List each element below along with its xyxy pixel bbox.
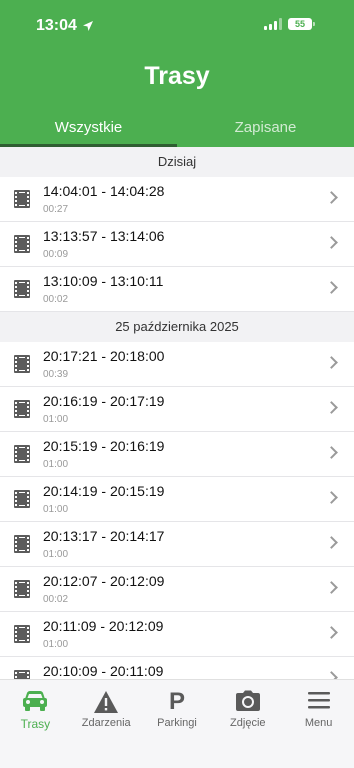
status-bar: 13:04 55 xyxy=(0,0,354,50)
trip-duration: 00:27 xyxy=(43,204,69,215)
battery-level: 55 xyxy=(294,19,305,29)
cellular-signal-icon xyxy=(264,18,282,30)
trip-time-range: 13:13:57 - 13:14:06 xyxy=(43,228,165,244)
location-arrow-icon xyxy=(82,21,93,31)
trip-row[interactable]: 20:11:09 - 20:12:09 01:00 xyxy=(0,612,354,657)
trip-time-range: 20:10:09 - 20:11:09 xyxy=(43,663,164,679)
trip-row[interactable]: 20:14:19 - 20:15:19 01:00 xyxy=(0,477,354,522)
chevron-right-icon xyxy=(325,356,338,369)
camera-icon xyxy=(235,690,260,711)
car-icon xyxy=(23,691,48,711)
chevron-right-icon xyxy=(325,401,338,414)
trip-row[interactable]: 20:17:21 - 20:18:00 00:39 xyxy=(0,342,354,387)
trip-row[interactable]: 13:13:57 - 13:14:06 00:09 xyxy=(0,222,354,267)
bottom-tab-bar: Trasy Zdarzenia P Parkingi Zdjęcie Menu xyxy=(0,679,354,768)
chevron-right-icon xyxy=(325,191,338,204)
film-icon xyxy=(14,445,30,463)
battery-icon: 55 xyxy=(288,18,315,30)
trip-time-range: 20:15:19 - 20:16:19 xyxy=(43,438,165,454)
tabbar-label: Zdarzenia xyxy=(81,717,131,729)
trip-list[interactable]: Dzisiaj 14:04:01 - 14:04:28 00:27 13:13:57 … xyxy=(0,147,354,679)
trip-time-range: 20:14:19 - 20:15:19 xyxy=(43,483,165,499)
warning-icon xyxy=(94,691,119,713)
trip-row[interactable]: 13:10:09 - 13:10:11 00:02 xyxy=(0,267,354,312)
page-title: Trasy xyxy=(144,62,210,90)
tabbar-item-parkingi[interactable]: P Parkingi xyxy=(142,680,213,768)
chevron-right-icon xyxy=(325,236,338,249)
clock-label: 13:04 xyxy=(36,17,77,34)
trip-duration: 00:02 xyxy=(43,294,69,305)
tabbar-label: Zdjęcie xyxy=(230,717,266,729)
trip-row[interactable]: 20:10:09 - 20:11:09 xyxy=(0,657,354,679)
tabbar-item-menu[interactable]: Menu xyxy=(283,680,354,768)
trip-time-range: 20:17:21 - 20:18:00 xyxy=(43,348,165,364)
tab-all[interactable]: Wszystkie xyxy=(0,110,177,147)
trip-duration: 01:00 xyxy=(43,504,69,515)
tabbar-item-zdarzenia[interactable]: Zdarzenia xyxy=(71,680,142,768)
trip-time-range: 14:04:01 - 14:04:28 xyxy=(43,183,165,199)
trip-time-range: 20:13:17 - 20:14:17 xyxy=(43,528,165,544)
tabbar-label: Trasy xyxy=(20,717,51,731)
trip-duration: 00:39 xyxy=(43,369,69,380)
trip-time-range: 20:12:07 - 20:12:09 xyxy=(43,573,165,589)
trip-time-range: 20:16:19 - 20:17:19 xyxy=(43,393,165,409)
film-icon xyxy=(14,235,30,253)
chevron-right-icon xyxy=(325,536,338,549)
tabbar-label: Parkingi xyxy=(157,717,197,729)
tabbar-item-trasy[interactable]: Trasy xyxy=(0,680,71,768)
trip-row[interactable]: 20:13:17 - 20:14:17 01:00 xyxy=(0,522,354,567)
trip-duration: 01:00 xyxy=(43,414,69,425)
tabbar-label: Menu xyxy=(304,717,333,729)
chevron-right-icon xyxy=(325,626,338,639)
tabbar-item-zdjecie[interactable]: Zdjęcie xyxy=(212,680,283,768)
chevron-right-icon xyxy=(325,671,338,679)
film-icon xyxy=(14,400,30,418)
trip-duration: 01:00 xyxy=(43,549,69,560)
film-icon xyxy=(14,535,30,553)
film-icon xyxy=(14,280,30,298)
parking-icon: P xyxy=(168,688,185,715)
trip-row[interactable]: 20:12:07 - 20:12:09 00:02 xyxy=(0,567,354,612)
trip-row[interactable]: 20:15:19 - 20:16:19 01:00 xyxy=(0,432,354,477)
trip-row[interactable]: 20:16:19 - 20:17:19 01:00 xyxy=(0,387,354,432)
film-icon xyxy=(14,670,30,679)
segment-tabs: Wszystkie Zapisane xyxy=(0,110,354,147)
trip-time-range: 13:10:09 - 13:10:11 xyxy=(43,273,164,289)
film-icon xyxy=(14,490,30,508)
tab-saved[interactable]: Zapisane xyxy=(177,110,354,147)
chevron-right-icon xyxy=(325,446,338,459)
chevron-right-icon xyxy=(325,491,338,504)
trip-duration: 01:00 xyxy=(43,459,69,470)
film-icon xyxy=(14,355,30,373)
film-icon xyxy=(14,190,30,208)
trip-time-range: 20:11:09 - 20:12:09 xyxy=(43,618,164,634)
trip-duration: 00:02 xyxy=(43,594,69,605)
film-icon xyxy=(14,625,30,643)
film-icon xyxy=(14,580,30,598)
section-header: 25 października 2025 xyxy=(0,312,354,342)
trip-row[interactable]: 14:04:01 - 14:04:28 00:27 xyxy=(0,177,354,222)
trip-duration: 01:00 xyxy=(43,639,69,650)
menu-icon xyxy=(307,692,330,709)
chevron-right-icon xyxy=(325,581,338,594)
section-header: Dzisiaj xyxy=(0,147,354,177)
trip-duration: 00:09 xyxy=(43,249,69,260)
chevron-right-icon xyxy=(325,281,338,294)
status-time: 13:04 xyxy=(36,17,94,35)
app-header: 13:04 55 Trasy Wszystkie Zapisane xyxy=(0,0,354,147)
